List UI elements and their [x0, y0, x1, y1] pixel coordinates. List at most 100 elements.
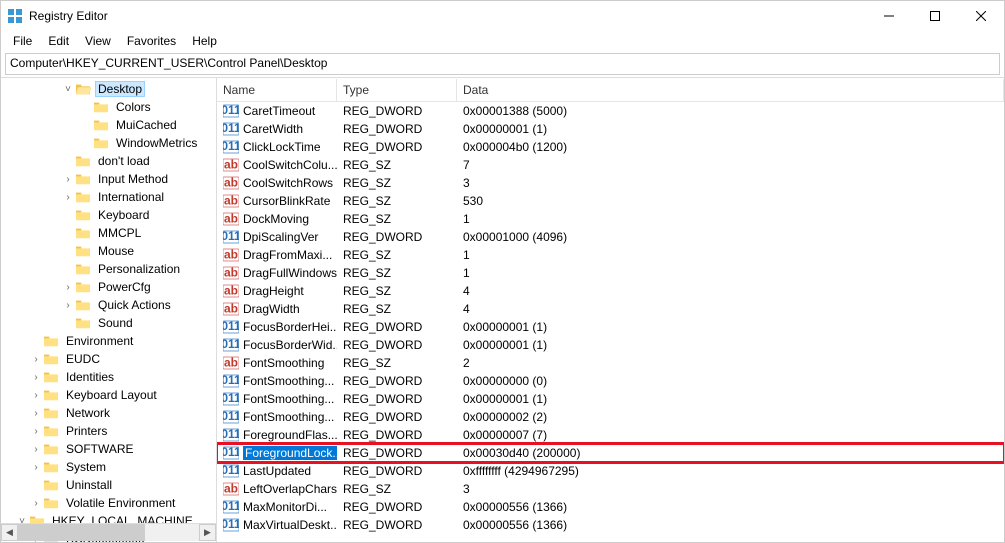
- chevron-right-icon[interactable]: ›: [61, 300, 75, 311]
- menu-edit[interactable]: Edit: [40, 32, 77, 50]
- reg-binary-icon: [223, 391, 239, 407]
- value-row[interactable]: DpiScalingVerREG_DWORD0x00001000 (4096): [217, 228, 1004, 246]
- tree-item[interactable]: ›International: [1, 188, 217, 206]
- regedit-icon: [7, 8, 23, 24]
- value-row[interactable]: DragFullWindowsREG_SZ1: [217, 264, 1004, 282]
- value-row[interactable]: CursorBlinkRateREG_SZ530: [217, 192, 1004, 210]
- chevron-right-icon[interactable]: ›: [61, 174, 75, 185]
- folder-icon: [75, 226, 91, 240]
- tree-item[interactable]: MMCPL: [1, 224, 217, 242]
- value-row[interactable]: DockMovingREG_SZ1: [217, 210, 1004, 228]
- tree-pane[interactable]: ˅DesktopColors MuiCached WindowMetricsdon'…: [1, 78, 217, 542]
- folder-icon: [43, 496, 59, 510]
- menu-file[interactable]: File: [5, 32, 40, 50]
- tree-item[interactable]: ›Input Method: [1, 170, 217, 188]
- value-row[interactable]: FocusBorderHei...REG_DWORD0x00000001 (1): [217, 318, 1004, 336]
- tree-item[interactable]: don't load: [1, 152, 217, 170]
- column-type[interactable]: Type: [337, 79, 457, 101]
- reg-binary-icon: [223, 229, 239, 245]
- tree-item-label: MuiCached: [113, 118, 180, 132]
- column-name[interactable]: Name: [217, 79, 337, 101]
- chevron-down-icon[interactable]: ˅: [61, 84, 75, 95]
- address-bar[interactable]: Computer\HKEY_CURRENT_USER\Control Panel…: [5, 53, 1000, 75]
- value-row[interactable]: FontSmoothing...REG_DWORD0x00000002 (2): [217, 408, 1004, 426]
- value-row[interactable]: DragHeightREG_SZ4: [217, 282, 1004, 300]
- value-row[interactable]: FocusBorderWid...REG_DWORD0x00000001 (1): [217, 336, 1004, 354]
- value-row[interactable]: CaretWidthREG_DWORD0x00000001 (1): [217, 120, 1004, 138]
- chevron-right-icon[interactable]: ›: [61, 282, 75, 293]
- menu-favorites[interactable]: Favorites: [119, 32, 184, 50]
- tree-hscrollbar[interactable]: ◀ ▶: [1, 523, 216, 540]
- maximize-button[interactable]: [912, 1, 958, 31]
- reg-string-icon: [223, 157, 239, 173]
- value-list[interactable]: Name Type Data CaretTimeoutREG_DWORD0x00…: [217, 78, 1004, 542]
- tree-item[interactable]: Colors: [1, 98, 217, 116]
- value-row[interactable]: ForegroundLock...REG_DWORD0x00030d40 (20…: [217, 444, 1004, 462]
- tree-item[interactable]: Sound: [1, 314, 217, 332]
- tree-item[interactable]: MuiCached: [1, 116, 217, 134]
- tree-item[interactable]: ›Printers: [1, 422, 217, 440]
- tree-item[interactable]: ›Quick Actions: [1, 296, 217, 314]
- tree-item[interactable]: ›Network: [1, 404, 217, 422]
- minimize-button[interactable]: [866, 1, 912, 31]
- value-data: 0x00000556 (1366): [457, 518, 1004, 532]
- tree-item[interactable]: ˅Desktop: [1, 80, 217, 98]
- value-row[interactable]: LastUpdatedREG_DWORD0xffffffff (42949672…: [217, 462, 1004, 480]
- tree-item[interactable]: ›SOFTWARE: [1, 440, 217, 458]
- tree-item[interactable]: Personalization: [1, 260, 217, 278]
- value-row[interactable]: CoolSwitchRowsREG_SZ3: [217, 174, 1004, 192]
- value-row[interactable]: LeftOverlapCharsREG_SZ3: [217, 480, 1004, 498]
- value-data: 4: [457, 284, 1004, 298]
- menu-view[interactable]: View: [77, 32, 119, 50]
- chevron-right-icon[interactable]: ›: [29, 390, 43, 401]
- value-data: 3: [457, 482, 1004, 496]
- reg-binary-icon: [223, 373, 239, 389]
- menu-help[interactable]: Help: [184, 32, 225, 50]
- tree-item[interactable]: ›PowerCfg: [1, 278, 217, 296]
- tree-item[interactable]: Uninstall: [1, 476, 217, 494]
- value-data: 1: [457, 248, 1004, 262]
- chevron-right-icon[interactable]: ›: [29, 408, 43, 419]
- value-data: 530: [457, 194, 1004, 208]
- tree-item[interactable]: WindowMetrics: [1, 134, 217, 152]
- chevron-right-icon[interactable]: ›: [61, 192, 75, 203]
- chevron-right-icon[interactable]: ›: [29, 426, 43, 437]
- scroll-right-icon[interactable]: ▶: [199, 524, 216, 541]
- value-row[interactable]: DragFromMaxi...REG_SZ1: [217, 246, 1004, 264]
- tree-item[interactable]: ›Keyboard Layout: [1, 386, 217, 404]
- value-row[interactable]: ForegroundFlas...REG_DWORD0x00000007 (7): [217, 426, 1004, 444]
- chevron-right-icon[interactable]: ›: [29, 354, 43, 365]
- value-row[interactable]: MaxMonitorDi...REG_DWORD0x00000556 (1366…: [217, 498, 1004, 516]
- value-row[interactable]: CoolSwitchColu...REG_SZ7: [217, 156, 1004, 174]
- value-row[interactable]: FontSmoothing...REG_DWORD0x00000000 (0): [217, 372, 1004, 390]
- value-type: REG_SZ: [337, 158, 457, 172]
- value-row[interactable]: CaretTimeoutREG_DWORD0x00001388 (5000): [217, 102, 1004, 120]
- folder-icon: [75, 316, 91, 330]
- tree-item[interactable]: ›Identities: [1, 368, 217, 386]
- value-name: DockMoving: [243, 212, 309, 226]
- value-name: FontSmoothing...: [243, 374, 334, 388]
- value-type: REG_DWORD: [337, 518, 457, 532]
- value-row[interactable]: FontSmoothingREG_SZ2: [217, 354, 1004, 372]
- value-row[interactable]: MaxVirtualDeskt...REG_DWORD0x00000556 (1…: [217, 516, 1004, 534]
- column-data[interactable]: Data: [457, 79, 1004, 101]
- scroll-left-icon[interactable]: ◀: [1, 524, 18, 541]
- tree-item[interactable]: ›EUDC: [1, 350, 217, 368]
- folder-icon: [43, 334, 59, 348]
- tree-item[interactable]: ›Volatile Environment: [1, 494, 217, 512]
- tree-item[interactable]: ›System: [1, 458, 217, 476]
- chevron-right-icon[interactable]: ›: [29, 444, 43, 455]
- close-button[interactable]: [958, 1, 1004, 31]
- tree-item[interactable]: Environment: [1, 332, 217, 350]
- tree-item[interactable]: Mouse: [1, 242, 217, 260]
- menubar: File Edit View Favorites Help: [1, 31, 1004, 51]
- chevron-right-icon[interactable]: ›: [29, 372, 43, 383]
- value-row[interactable]: FontSmoothing...REG_DWORD0x00000001 (1): [217, 390, 1004, 408]
- chevron-right-icon[interactable]: ›: [29, 462, 43, 473]
- value-row[interactable]: ClickLockTimeREG_DWORD0x000004b0 (1200): [217, 138, 1004, 156]
- value-row[interactable]: DragWidthREG_SZ4: [217, 300, 1004, 318]
- chevron-right-icon[interactable]: ›: [29, 498, 43, 509]
- main-pane: ˅DesktopColors MuiCached WindowMetricsdon'…: [1, 77, 1004, 542]
- value-name: DragFullWindows: [243, 266, 337, 280]
- tree-item[interactable]: Keyboard: [1, 206, 217, 224]
